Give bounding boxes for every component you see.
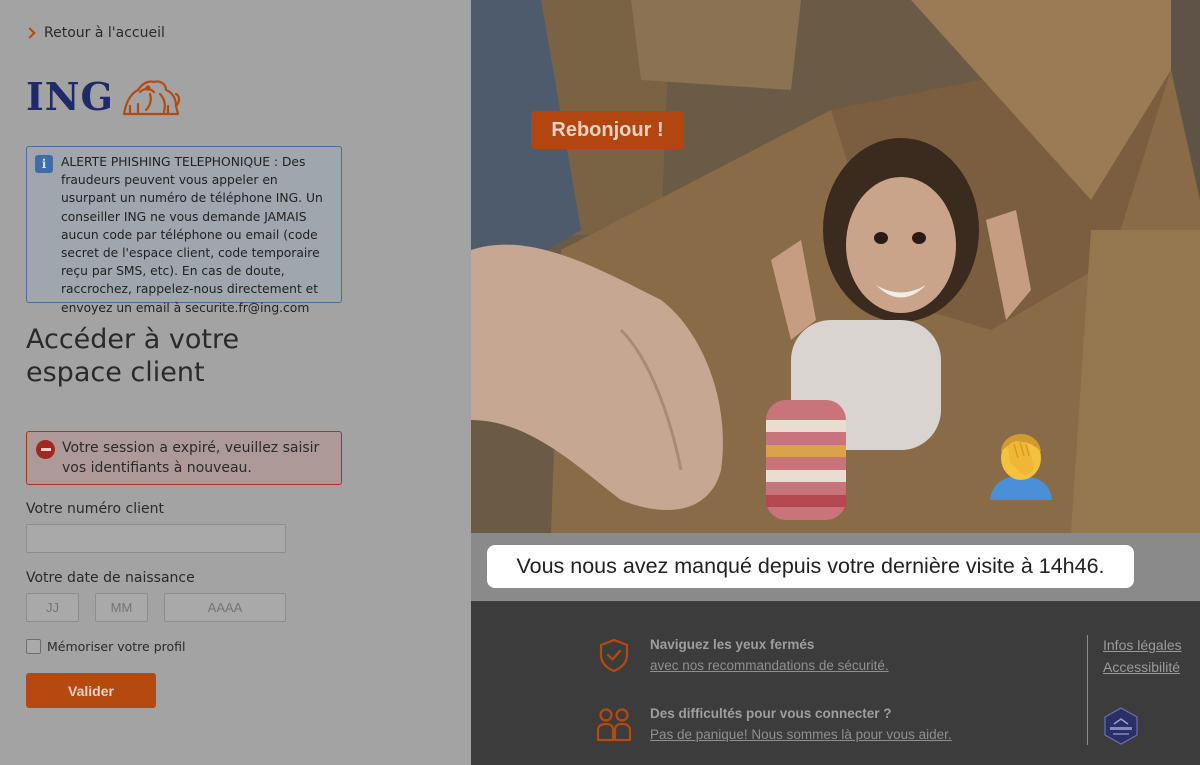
client-number-label: Votre numéro client: [26, 501, 164, 517]
legal-info-link[interactable]: Infos légales: [1103, 637, 1182, 653]
no-entry-icon: [36, 440, 55, 459]
facepalm-emoji-icon: [990, 434, 1052, 500]
page-title-line2: espace client: [26, 357, 205, 388]
phishing-alert: i ALERTE PHISHING TELEPHONIQUE : Des fra…: [26, 146, 342, 315]
help-link[interactable]: Pas de panique! Nous sommes là pour vous…: [650, 727, 952, 742]
back-home-link[interactable]: Retour à l'accueil: [24, 25, 165, 41]
footer-security-title: Naviguez les yeux fermés: [650, 637, 815, 652]
footer-help-block: Des difficultés pour vous connecter ? Pa…: [596, 706, 952, 742]
phishing-alert-text: ALERTE PHISHING TELEPHONIQUE : Des fraud…: [61, 155, 323, 315]
footer-help-title: Des difficultés pour vous connecter ?: [650, 706, 892, 721]
remember-profile-row[interactable]: Mémoriser votre profil: [26, 639, 186, 654]
remember-profile-label: Mémoriser votre profil: [47, 639, 186, 654]
info-icon: i: [35, 155, 53, 173]
ing-logo: ING: [26, 74, 182, 119]
legal-links: Infos légales Accessibilité: [1103, 637, 1182, 675]
footer-security-block: Naviguez les yeux fermés avec nos recomm…: [596, 637, 889, 673]
birth-month-input[interactable]: [95, 593, 148, 622]
submit-button[interactable]: Valider: [26, 673, 156, 708]
footer: Naviguez les yeux fermés avec nos recomm…: [471, 601, 1200, 765]
client-number-input[interactable]: [26, 524, 286, 553]
login-panel: Retour à l'accueil ING i ALERTE PHISHING…: [0, 0, 471, 765]
last-visit-caption: Vous nous avez manqué depuis votre derni…: [487, 545, 1134, 588]
lion-icon: [122, 79, 181, 115]
people-icon: [596, 708, 632, 742]
accessibility-link[interactable]: Accessibilité: [1103, 659, 1182, 675]
greeting-badge: Rebonjour !: [531, 111, 684, 149]
birth-year-input[interactable]: [164, 593, 286, 622]
entrust-verified-badge-icon: [1104, 707, 1138, 745]
birth-day-input[interactable]: [26, 593, 79, 622]
session-error-text: Votre session a expiré, veuillez saisir …: [62, 440, 320, 476]
logo-text: ING: [26, 74, 114, 119]
security-recommendations-link[interactable]: avec nos recommandations de sécurité.: [650, 658, 889, 673]
birthdate-label: Votre date de naissance: [26, 570, 195, 586]
child-in-box-illustration: [471, 0, 1200, 533]
chevron-right-icon: [24, 27, 36, 39]
page-title: Accéder à votre espace client: [26, 323, 326, 389]
footer-divider: [1087, 635, 1088, 745]
back-home-label: Retour à l'accueil: [44, 25, 165, 41]
hero-photo: [471, 0, 1200, 533]
session-error-alert: Votre session a expiré, veuillez saisir …: [26, 431, 342, 485]
shield-check-icon: [599, 638, 629, 673]
page-title-line1: Accéder à votre: [26, 324, 240, 355]
remember-profile-checkbox[interactable]: [26, 639, 41, 654]
